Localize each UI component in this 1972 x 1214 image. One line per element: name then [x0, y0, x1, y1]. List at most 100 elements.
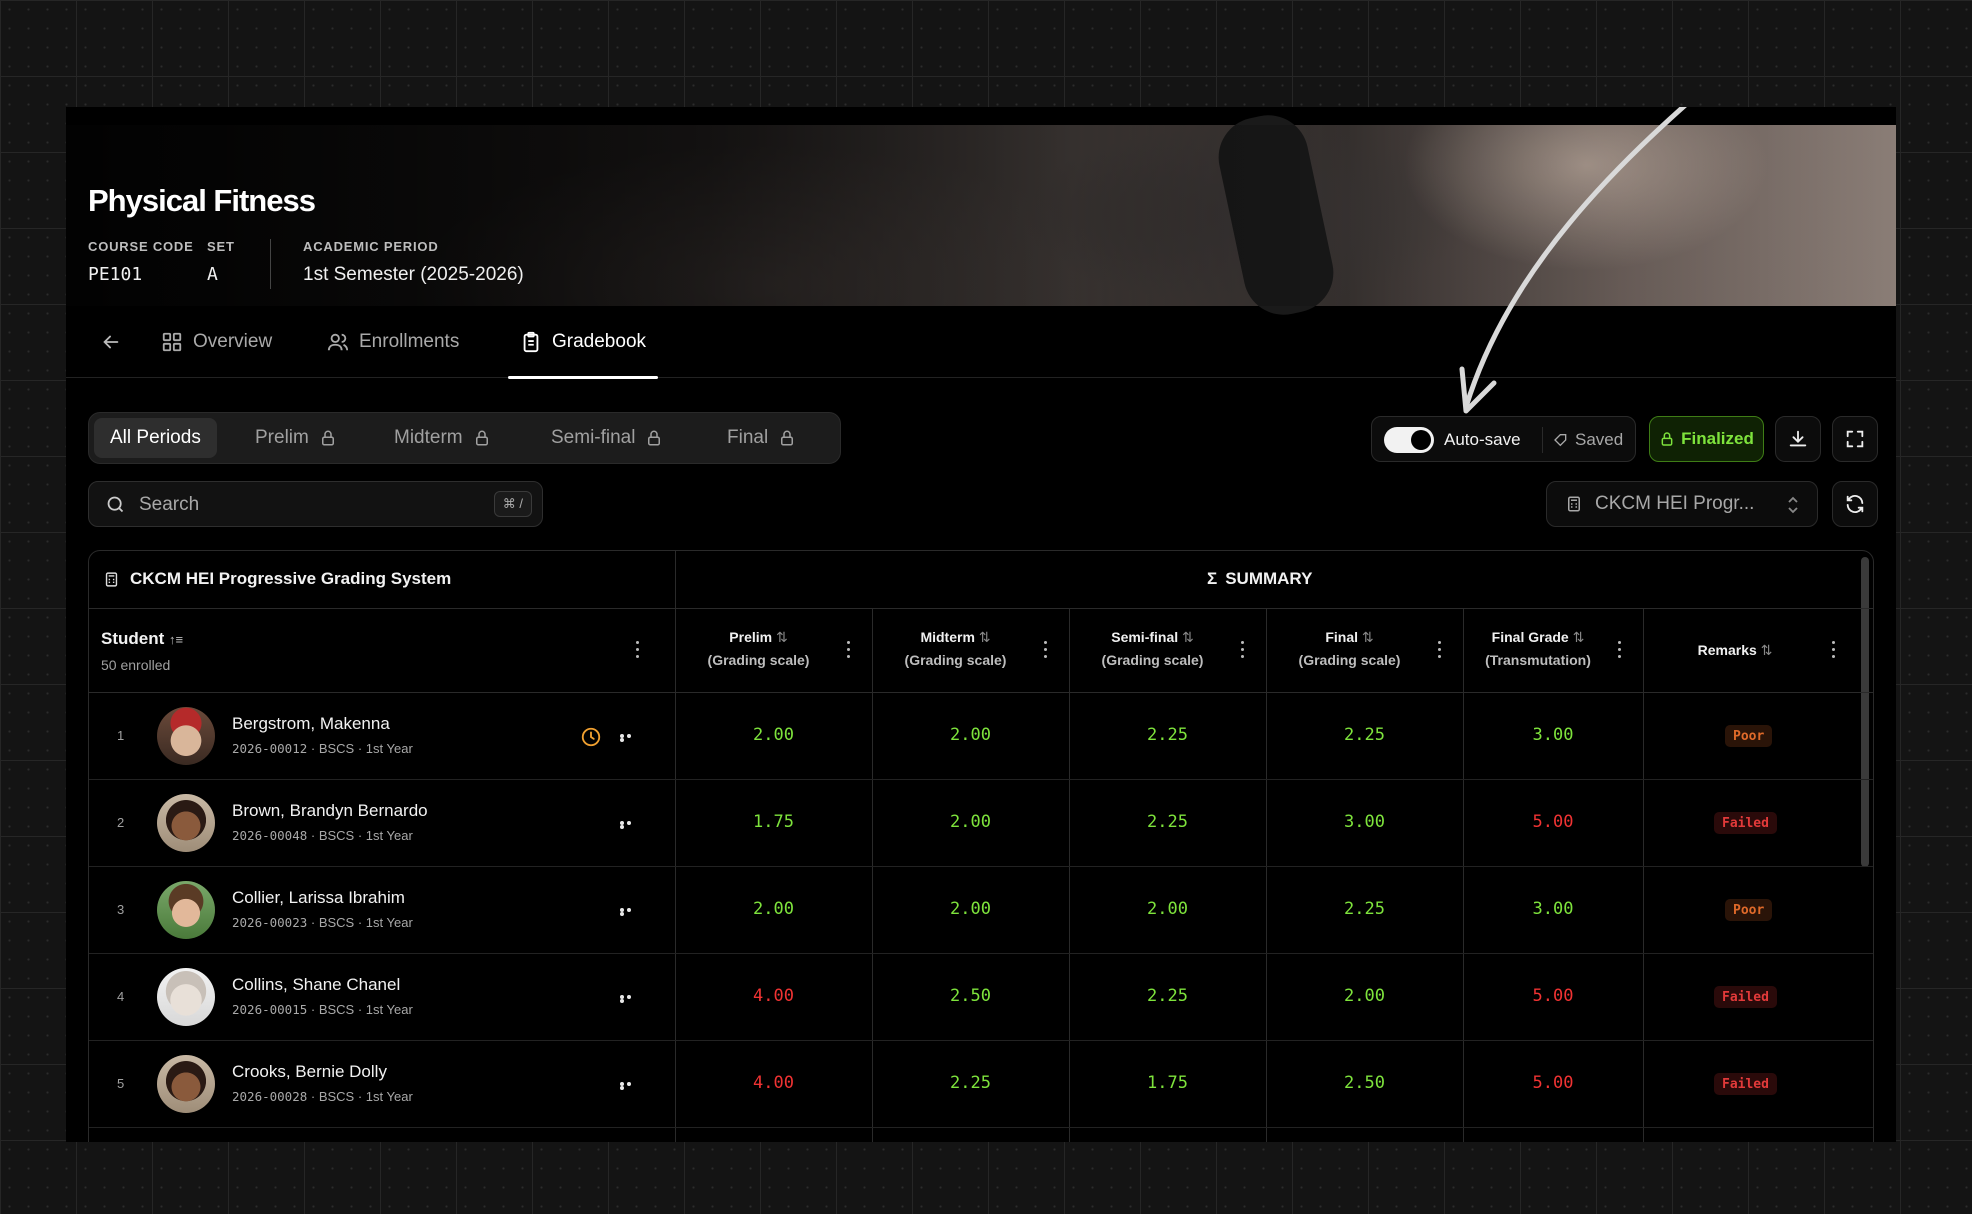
column-header-midterm[interactable]: Midterm ⇅ (Grading scale)	[872, 609, 1039, 693]
grade-cell[interactable]: 2.50	[1266, 1073, 1463, 1093]
search-input[interactable]	[139, 490, 459, 520]
refresh-button[interactable]	[1832, 481, 1878, 527]
period-midterm[interactable]: Midterm	[378, 418, 507, 458]
column-menu-icon[interactable]	[1617, 641, 1621, 659]
student-program: BSCS · 1st Year	[318, 828, 413, 843]
grade-cell[interactable]: 2.25	[1266, 899, 1463, 919]
grade-cell[interactable]: 2.00	[872, 899, 1069, 919]
sort-icon[interactable]: ⇅	[1757, 642, 1773, 658]
users-icon	[327, 333, 349, 351]
grade-cell[interactable]: 2.00	[872, 725, 1069, 745]
grade-cell[interactable]: 3.00	[1266, 812, 1463, 832]
student-column-menu-icon[interactable]	[635, 641, 639, 659]
avatar	[157, 794, 215, 852]
avatar	[157, 968, 215, 1026]
row-actions-icon[interactable]	[620, 908, 638, 916]
student-meta: 2026-00028 · BSCS · 1st Year	[232, 1089, 413, 1104]
grade-cell[interactable]: 4.00	[675, 1073, 872, 1093]
final-grade-cell: 5.00	[1532, 986, 1574, 1006]
tab-overview[interactable]: Overview	[161, 306, 272, 378]
grade-cell[interactable]: 1.75	[675, 812, 872, 832]
table-column-header: Student ↑≡ 50 enrolled Prelim ⇅ (Grading …	[89, 609, 1873, 693]
grade-cell[interactable]: 2.50	[872, 986, 1069, 1006]
autosave-toggle[interactable]	[1384, 427, 1434, 453]
period-prelim[interactable]: Prelim	[239, 418, 353, 458]
column-menu-icon[interactable]	[1043, 641, 1047, 659]
period-final[interactable]: Final	[711, 418, 812, 458]
sort-icon[interactable]: ⇅	[1358, 629, 1374, 645]
sort-icon[interactable]: ⇅	[772, 629, 788, 645]
column-menu-icon[interactable]	[1437, 641, 1441, 659]
row-actions-icon[interactable]	[620, 821, 638, 829]
column-title: Prelim ⇅	[675, 629, 842, 646]
column-header-prelim[interactable]: Prelim ⇅ (Grading scale)	[675, 609, 842, 693]
clipboard-icon	[523, 331, 539, 353]
grade-cell[interactable]: 2.00	[675, 725, 872, 745]
student-name[interactable]: Bergstrom, Makenna	[232, 714, 390, 734]
grade-cell[interactable]: 4.00	[675, 986, 872, 1006]
finalized-button[interactable]: Finalized	[1649, 416, 1764, 462]
student-name[interactable]: Crooks, Bernie Dolly	[232, 1062, 387, 1082]
calculator-icon	[1568, 496, 1580, 512]
student-column-header[interactable]: Student ↑≡ 50 enrolled	[101, 629, 183, 673]
grade-cell[interactable]: 2.00	[1266, 986, 1463, 1006]
period-all[interactable]: All Periods	[94, 418, 217, 458]
grade-cell[interactable]: 2.00	[1069, 899, 1266, 919]
clock-icon[interactable]	[580, 726, 602, 748]
row-actions-icon[interactable]	[620, 734, 638, 742]
column-header-final[interactable]: Final ⇅ (Grading scale)	[1266, 609, 1433, 693]
period-semifinal[interactable]: Semi-final	[535, 418, 679, 458]
column-title: Final Grade ⇅	[1463, 629, 1613, 646]
grade-cell[interactable]: 2.00	[675, 899, 872, 919]
column-subtitle: (Grading scale)	[904, 652, 1007, 668]
grade-cell[interactable]: 2.00	[872, 812, 1069, 832]
table-group-header: CKCM HEI Progressive Grading System Σ SU…	[89, 551, 1873, 609]
avatar	[157, 1055, 215, 1113]
avatar	[157, 707, 215, 765]
column-label: Remarks	[1697, 642, 1757, 658]
sort-icon[interactable]: ⇅	[975, 629, 991, 645]
course-code: PE101	[88, 264, 143, 285]
column-header-final-grade[interactable]: Final Grade ⇅ (Transmutation)	[1463, 609, 1613, 693]
student-id: 2026-00023	[232, 915, 308, 930]
grade-cell[interactable]: 2.25	[1069, 812, 1266, 832]
refresh-icon	[1846, 495, 1864, 513]
sort-icon[interactable]: ⇅	[1569, 629, 1585, 645]
grade-cell[interactable]: 2.25	[872, 1073, 1069, 1093]
grid-icon	[162, 332, 182, 352]
meta-separator: ·	[307, 1089, 319, 1104]
grading-system-select[interactable]: CKCM HEI Progr...	[1546, 481, 1818, 527]
fullscreen-button[interactable]	[1832, 416, 1878, 462]
student-name[interactable]: Brown, Brandyn Bernardo	[232, 801, 428, 821]
column-header-remarks[interactable]: Remarks ⇅	[1643, 609, 1827, 693]
sort-asc-icon[interactable]: ↑≡	[169, 632, 183, 647]
row-actions-icon[interactable]	[620, 1082, 638, 1090]
student-name[interactable]: Collier, Larissa Ibrahim	[232, 888, 405, 908]
set-value: A	[207, 264, 218, 285]
grade-cell[interactable]: 2.25	[1266, 725, 1463, 745]
download-button[interactable]	[1775, 416, 1821, 462]
sort-icon[interactable]: ⇅	[1178, 629, 1194, 645]
column-title: Remarks ⇅	[1643, 642, 1827, 659]
academic-period-block: ACADEMIC PERIOD 1st Semester (2025-2026)	[303, 239, 524, 286]
grade-cell[interactable]: 2.25	[1069, 725, 1266, 745]
sigma-icon: Σ	[1207, 569, 1218, 588]
row-number: 5	[117, 1076, 125, 1091]
grading-system-select-value: CKCM HEI Progr...	[1595, 493, 1755, 514]
tab-gradebook[interactable]: Gradebook	[507, 306, 659, 379]
column-menu-icon[interactable]	[1831, 641, 1835, 659]
finalized-label: Finalized	[1681, 429, 1754, 448]
student-name[interactable]: Collins, Shane Chanel	[232, 975, 400, 995]
column-menu-icon[interactable]	[846, 641, 850, 659]
student-meta: 2026-00048 · BSCS · 1st Year	[232, 828, 413, 843]
remark-badge: Failed	[1714, 986, 1777, 1008]
column-header-semi-final[interactable]: Semi-final ⇅ (Grading scale)	[1069, 609, 1236, 693]
column-menu-icon[interactable]	[1240, 641, 1244, 659]
grade-cell[interactable]: 1.75	[1069, 1073, 1266, 1093]
row-number: 1	[117, 728, 125, 743]
tab-enrollments[interactable]: Enrollments	[327, 306, 459, 378]
grade-cell[interactable]: 2.25	[1069, 986, 1266, 1006]
back-button[interactable]	[100, 306, 122, 378]
row-actions-icon[interactable]	[620, 995, 638, 1003]
table-row: 5 Crooks, Bernie Dolly 2026-00028 · BSCS ·…	[89, 1041, 1873, 1128]
